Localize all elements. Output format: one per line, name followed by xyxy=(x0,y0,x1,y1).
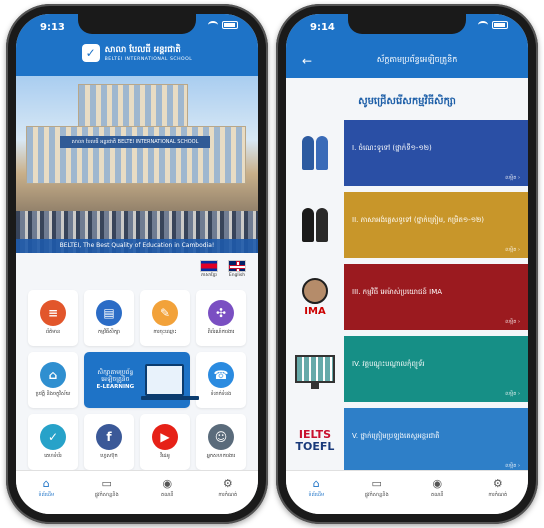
battery-icon xyxy=(492,21,508,29)
program-card-band: I. ចំណេះទូទៅ (ថ្នាក់ទី១-១២) លម្អិត › xyxy=(344,120,528,186)
tile-news[interactable]: ≡ ព័ត៌មាន xyxy=(28,290,78,346)
settings-icon: ⚙ xyxy=(492,477,503,490)
tile-history[interactable]: ⌂ ប្រវត្តិ និងចក្ខុវិស័យ xyxy=(28,352,78,408)
program-card-computer[interactable]: IV. វគ្គបណ្ដុះបណ្ដាលកុំព្យូទ័រ លម្អិត › xyxy=(286,336,528,402)
elearning-label-en: E-LEARNING xyxy=(96,384,135,391)
register-icon: ✎ xyxy=(152,300,178,327)
people-icon: ☺ xyxy=(208,424,234,451)
tile-jobs[interactable]: ✣ ពិព័រណ៍ការងារ xyxy=(196,290,246,346)
wifi-icon xyxy=(208,21,218,29)
language-switcher: ភាសាខ្មែរ English xyxy=(200,260,246,279)
graduates-image xyxy=(290,124,340,182)
logo-icon: ✓ xyxy=(81,44,100,62)
program-title: III. កម្មវិធី អេម៉ាស់ប្រយោជន៍ IMA xyxy=(352,288,443,296)
elearning-label-kh: សិក្សាតាមប្រព័ន្ធ អេឡិចត្រូនិច xyxy=(97,368,134,384)
more-link[interactable]: លម្អិត › xyxy=(505,247,520,254)
tv-icon: ▭ xyxy=(101,477,112,490)
tab-settings[interactable]: ⚙ ការកំណត់ xyxy=(204,477,252,514)
notch xyxy=(348,14,466,34)
tab-entertainment[interactable]: ▭ ផ្លូវកំសាន្តនិង xyxy=(353,477,401,514)
computer-image xyxy=(290,340,340,398)
lang-khmer[interactable]: ភាសាខ្មែរ xyxy=(200,260,218,279)
tab-bar: ⌂ ទំព័រដើម ▭ ផ្លូវកំសាន្តនិង ◉ គណនី ⚙ ការកំណ… xyxy=(286,470,528,514)
program-card-exam-prep[interactable]: IELTS TOEFL V. ថ្នាក់ត្រៀមប្រឡងតេស្តអន្តរ… xyxy=(286,408,528,474)
web-icon: ✓ xyxy=(40,424,66,451)
tile-programs[interactable]: ▤ កម្មវិធីសិក្សា xyxy=(84,290,134,346)
program-card-band: III. កម្មវិធី អេម៉ាស់ប្រយោជន៍ IMA លម្អិត… xyxy=(344,264,528,330)
more-link[interactable]: លម្អិត › xyxy=(505,175,520,182)
status-time: 9:13 xyxy=(40,22,65,33)
settings-icon: ⚙ xyxy=(222,477,233,490)
left-phone: 9:13 ✓ សាលា បែលធី អន្តរជាតិ BELTEI INTER… xyxy=(6,4,268,524)
phone-icon: ☎ xyxy=(208,362,234,389)
more-link[interactable]: លម្អិត › xyxy=(505,391,520,398)
elearning-screen: 9:14 ← ស័ក្ដតាមប្រព័ន្ធអេឡិចត្រូនិក សូមជ… xyxy=(286,14,528,514)
battery-icon xyxy=(222,21,238,29)
network-icon: ✣ xyxy=(208,300,234,327)
tab-bar: ⌂ ទំព័រដើម ▭ ផ្លូវកំសាន្តនិង ◉ គណនី ⚙ ការកំណ… xyxy=(16,470,258,514)
cambodia-flag-icon xyxy=(200,260,218,272)
back-arrow-icon[interactable]: ← xyxy=(302,54,312,68)
elearning-button[interactable]: សិក្សាតាមប្រព័ន្ធ អេឡិចត្រូនិច E-LEARNING xyxy=(84,352,200,408)
ima-logo-image: IMA xyxy=(290,268,340,326)
ielts-toefl-image: IELTS TOEFL xyxy=(295,427,335,453)
tile-facebook[interactable]: f ហ្វេសប៊ុក xyxy=(84,414,134,470)
program-card-band: V. ថ្នាក់ត្រៀមប្រឡងតេស្តអន្តរជាតិ លម្អិត… xyxy=(344,408,528,474)
tab-account[interactable]: ◉ គណនី xyxy=(413,477,461,514)
uk-flag-icon xyxy=(228,260,246,272)
tile-partners[interactable]: ☺ អ្នកសហការងារ xyxy=(196,414,246,470)
account-icon: ◉ xyxy=(162,477,173,490)
tab-settings[interactable]: ⚙ ការកំណត់ xyxy=(474,477,522,514)
account-icon: ◉ xyxy=(432,477,443,490)
tile-video[interactable]: ▶ វីដេអូ xyxy=(140,414,190,470)
school-name-kh: សាលា បែលធី អន្តរជាតិ xyxy=(104,44,181,55)
status-time: 9:14 xyxy=(310,22,335,33)
program-card-band: II. ភាសាអង់គ្លេសទូទៅ (ថ្នាក់ត្រៀម, កម្រិ… xyxy=(344,192,528,258)
more-link[interactable]: លម្អិត › xyxy=(505,319,520,326)
program-title: IV. វគ្គបណ្ដុះបណ្ដាលកុំព្យូទ័រ xyxy=(352,360,425,368)
school-name-en: BELTEI INTERNATIONAL SCHOOL xyxy=(104,56,193,62)
program-title: V. ថ្នាក់ត្រៀមប្រឡងតេស្តអន្តរជាតិ xyxy=(352,432,440,440)
page-subtitle: សូមជ្រើសរើសកម្មវិធីសិក្សា xyxy=(358,96,456,107)
books-icon: ▤ xyxy=(96,300,122,327)
news-icon: ≡ xyxy=(40,300,66,327)
hero-sign: សាលា បែលធី អន្តរជាតិ BELTEI INTERNATIONA… xyxy=(60,136,210,148)
page-title: ស័ក្ដតាមប្រព័ន្ធអេឡិចត្រូនិក xyxy=(376,55,458,64)
tab-entertainment[interactable]: ▭ ផ្លូវកំសាន្តនិង xyxy=(83,477,131,514)
graduates-couple-image xyxy=(290,196,340,254)
lang-english[interactable]: English xyxy=(228,260,246,279)
home-icon: ⌂ xyxy=(312,477,320,490)
program-card-ima[interactable]: IMA III. កម្មវិធី អេម៉ាស់ប្រយោជន៍ IMA លម… xyxy=(286,264,528,330)
tab-home[interactable]: ⌂ ទំព័រដើម xyxy=(22,477,70,514)
program-title: I. ចំណេះទូទៅ (ថ្នាក់ទី១-១២) xyxy=(352,144,432,152)
tv-icon: ▭ xyxy=(371,477,382,490)
notch xyxy=(78,14,196,34)
menu-grid: ≡ ព័ត៌មាន ▤ កម្មវិធីសិក្សា ✎ ការចុះឈ្មោះ ✣ ព… xyxy=(28,290,246,470)
more-link[interactable]: លម្អិត › xyxy=(505,463,520,470)
tile-website[interactable]: ✓ គេហទំព័រ xyxy=(28,414,78,470)
program-card-general[interactable]: I. ចំណេះទូទៅ (ថ្នាក់ទី១-១២) លម្អិត › xyxy=(286,120,528,186)
wifi-icon xyxy=(478,21,488,29)
home-icon: ⌂ xyxy=(42,477,50,490)
tile-registration[interactable]: ✎ ការចុះឈ្មោះ xyxy=(140,290,190,346)
building-icon: ⌂ xyxy=(40,362,66,389)
tab-account[interactable]: ◉ គណនី xyxy=(143,477,191,514)
home-screen: 9:13 ✓ សាលា បែលធី អន្តរជាតិ BELTEI INTER… xyxy=(16,14,258,514)
tile-contact[interactable]: ☎ ទំនាក់ទំនង xyxy=(196,352,246,408)
tab-home[interactable]: ⌂ ទំព័រដើម xyxy=(292,477,340,514)
hero-caption: BELTEI, The Best Quality of Education in… xyxy=(16,239,258,253)
program-title: II. ភាសាអង់គ្លេសទូទៅ (ថ្នាក់ត្រៀម, កម្រិ… xyxy=(352,216,485,224)
program-card-band: IV. វគ្គបណ្ដុះបណ្ដាលកុំព្យូទ័រ លម្អិត › xyxy=(344,336,528,402)
building-image xyxy=(26,126,246,184)
hero-banner[interactable]: សាលា បែលធី អន្តរជាតិ BELTEI INTERNATIONA… xyxy=(16,76,258,253)
facebook-icon: f xyxy=(96,424,122,451)
school-logo: ✓ សាលា បែលធី អន្តរជាតិ BELTEI INTERNATIO… xyxy=(16,44,258,62)
laptop-icon xyxy=(140,364,200,400)
youtube-icon: ▶ xyxy=(152,424,178,451)
program-card-english[interactable]: II. ភាសាអង់គ្លេសទូទៅ (ថ្នាក់ត្រៀម, កម្រិ… xyxy=(286,192,528,258)
right-phone: 9:14 ← ស័ក្ដតាមប្រព័ន្ធអេឡិចត្រូនិក សូមជ… xyxy=(276,4,538,524)
